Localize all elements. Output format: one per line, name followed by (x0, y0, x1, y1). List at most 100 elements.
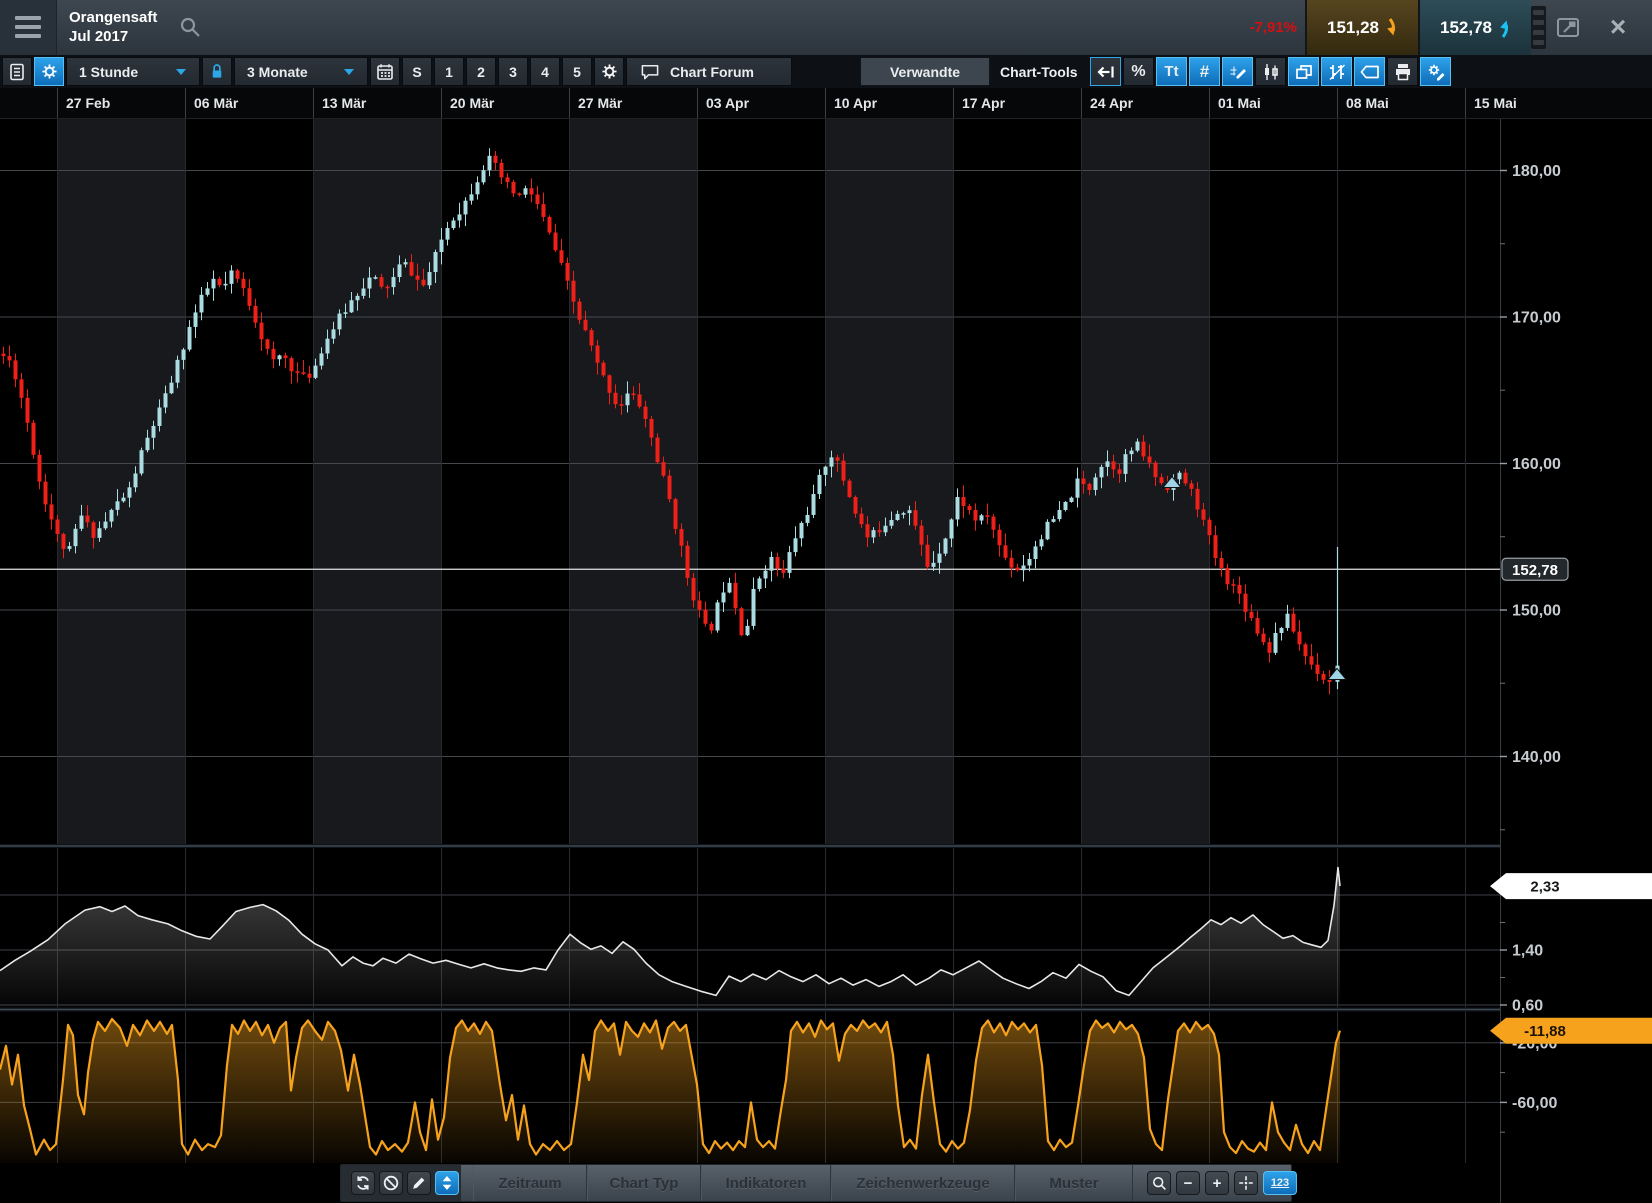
date-label: 13 Mär (322, 88, 366, 118)
axis-label: 1,40 (1512, 943, 1543, 960)
date-label: 15 Mai (1474, 88, 1517, 118)
step-button-S[interactable]: S (402, 57, 432, 86)
svg-text:2,33: 2,33 (1530, 879, 1559, 896)
gridlines-button[interactable]: # (1189, 57, 1220, 86)
date-axis-tick (953, 88, 954, 118)
interval-dropdown[interactable]: 1 Stunde (66, 57, 200, 86)
step-button-5[interactable]: 5 (562, 57, 592, 86)
bottom-toolbar: ZeitraumChart TypIndikatorenZeichenwerkz… (340, 1164, 1292, 1202)
buy-price: 152,78 (1440, 18, 1492, 38)
date-label: 01 Mai (1218, 88, 1261, 118)
chart-type-candle-icon[interactable] (1255, 57, 1286, 86)
date-label: 27 Feb (66, 88, 110, 118)
date-axis-tick (569, 88, 570, 118)
date-axis-tick (697, 88, 698, 118)
axis-label: -60,00 (1512, 1095, 1557, 1112)
text-annotation-button[interactable]: Tt (1156, 57, 1187, 86)
instrument-title: Orangensaft Jul 2017 (69, 8, 157, 46)
zoom-control-group: − + 123 (1147, 1171, 1297, 1195)
date-label: 08 Mai (1346, 88, 1389, 118)
date-axis-tick (57, 88, 58, 118)
bottom-icon-group (341, 1165, 461, 1201)
step-button-2[interactable]: 2 (466, 57, 496, 86)
buy-price-button[interactable]: 152,78 (1418, 0, 1531, 55)
price-up-arrow-icon (1498, 17, 1511, 39)
date-label: 17 Apr (962, 88, 1005, 118)
date-label: 24 Apr (1090, 88, 1133, 118)
zoom-tool-icon[interactable] (1147, 1171, 1171, 1195)
chart-settings-icon[interactable] (34, 57, 64, 86)
indicator2-value-tag (1490, 1018, 1652, 1044)
date-axis-tick (1337, 88, 1338, 118)
bottom-menu-zeichenwerkzeuge[interactable]: Zeichenwerkzeuge (831, 1165, 1015, 1201)
price-label-icon[interactable] (1354, 57, 1385, 86)
verwandte-button[interactable]: Verwandte (860, 57, 990, 86)
date-axis-tick (185, 88, 186, 118)
step-button-4[interactable]: 4 (530, 57, 560, 86)
bottom-menu-muster[interactable]: Muster (1015, 1165, 1133, 1201)
indicator1-value-tag (1490, 873, 1652, 899)
date-label: 20 Mär (450, 88, 494, 118)
panel-grip-handle[interactable] (1531, 6, 1546, 49)
sell-price: 151,28 (1327, 18, 1379, 38)
bottom-menu-indikatoren[interactable]: Indikatoren (701, 1165, 831, 1201)
axis-label: 160,00 (1512, 456, 1561, 473)
bottom-menu-group: ZeitraumChart TypIndikatorenZeichenwerkz… (473, 1165, 1133, 1201)
multi-window-icon[interactable] (1288, 57, 1319, 86)
instrument-name: Orangensaft (69, 8, 157, 27)
expand-collapse-icon[interactable] (435, 1171, 459, 1195)
chart-canvas[interactable]: 180,00170,00160,00150,00140,001,400,60-2… (0, 0, 1652, 1203)
trading-chart-window: { "titlebar": { "instrument_line1": "Ora… (0, 0, 1652, 1203)
date-label: 03 Apr (706, 88, 749, 118)
draw-mode-icon[interactable] (1222, 57, 1253, 86)
indicator-settings-icon[interactable] (594, 57, 624, 86)
change-percent: -7,91% (1215, 0, 1297, 55)
restore-window-icon[interactable] (1556, 15, 1582, 39)
price-down-arrow-icon (1385, 17, 1398, 39)
zoom-in-button[interactable]: + (1205, 1171, 1229, 1195)
date-label: 10 Apr (834, 88, 877, 118)
chart-forum-button[interactable]: Chart Forum (626, 57, 792, 86)
date-axis-tick (1465, 88, 1466, 118)
crosshair-icon[interactable] (1234, 1171, 1258, 1195)
drawing-settings-icon[interactable] (1420, 57, 1451, 86)
close-window-icon[interactable]: × (1596, 0, 1640, 55)
show-values-button[interactable]: 123 (1263, 1171, 1297, 1195)
axis-label: 140,00 (1512, 749, 1561, 766)
chart-tools-label: Chart-Tools (1000, 57, 1078, 86)
refresh-icon[interactable] (351, 1171, 375, 1195)
print-icon[interactable] (1387, 57, 1418, 86)
calendar-icon[interactable] (370, 57, 400, 86)
disable-drawings-icon[interactable] (379, 1171, 403, 1195)
date-label: 06 Mär (194, 88, 238, 118)
interval-label: 1 Stunde (79, 64, 138, 80)
menu-icon[interactable] (0, 0, 57, 55)
edit-pencil-icon[interactable] (407, 1171, 431, 1195)
search-icon[interactable] (178, 15, 202, 39)
sell-price-button[interactable]: 151,28 (1305, 0, 1418, 55)
axis-label: 180,00 (1512, 163, 1561, 180)
date-axis-tick (1081, 88, 1082, 118)
compare-icon[interactable] (1321, 57, 1352, 86)
instrument-contract: Jul 2017 (69, 27, 157, 46)
zoom-out-button[interactable]: − (1176, 1171, 1200, 1195)
range-dropdown[interactable]: 3 Monate (234, 57, 368, 86)
chart-toolbar: 1 Stunde 3 Monate S12345 Chart Forum Verwand… (0, 55, 1652, 88)
axis-label: 170,00 (1512, 310, 1561, 327)
svg-text:-11,88: -11,88 (1524, 1023, 1566, 1040)
date-axis-tick (1209, 88, 1210, 118)
date-axis-tick (441, 88, 442, 118)
date-axis: 27 Feb06 Mär13 Mär20 Mär27 Mär03 Apr10 A… (0, 88, 1652, 119)
percent-scale-button[interactable]: % (1123, 57, 1154, 86)
svg-text:152,78: 152,78 (1512, 562, 1558, 579)
bottom-menu-chart-typ[interactable]: Chart Typ (587, 1165, 701, 1201)
watchlist-icon[interactable] (2, 57, 32, 86)
date-axis-tick (313, 88, 314, 118)
step-button-1[interactable]: 1 (434, 57, 464, 86)
lock-interval-icon[interactable] (202, 57, 232, 86)
back-arrow-icon[interactable] (1090, 57, 1121, 86)
date-axis-tick (825, 88, 826, 118)
bottom-menu-zeitraum[interactable]: Zeitraum (473, 1165, 587, 1201)
range-label: 3 Monate (247, 64, 308, 80)
step-button-3[interactable]: 3 (498, 57, 528, 86)
